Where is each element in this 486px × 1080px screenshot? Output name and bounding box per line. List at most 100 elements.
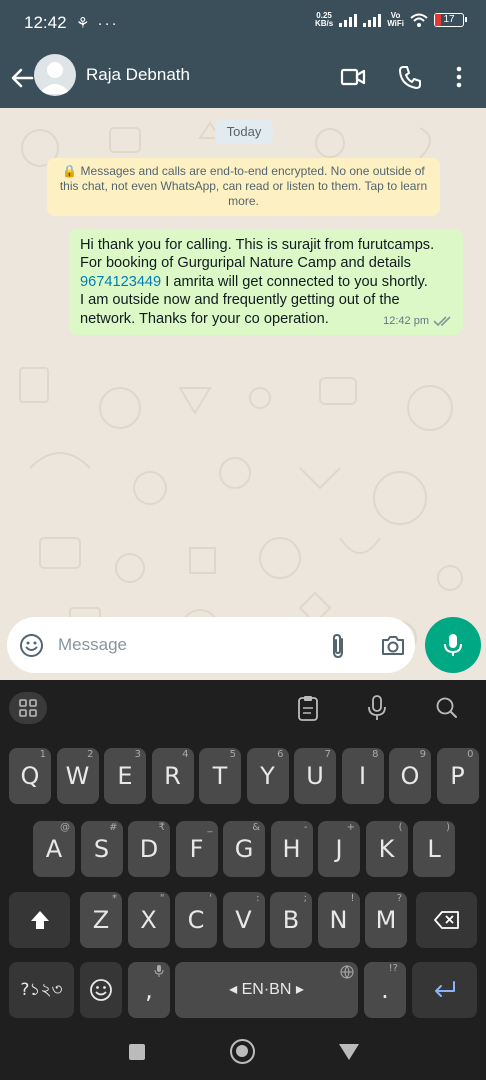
key-c[interactable]: C ' xyxy=(175,892,217,948)
key-w[interactable]: W2 xyxy=(56,748,99,804)
contact-name[interactable]: Raja Debnath xyxy=(86,65,190,85)
key-o[interactable]: O9 xyxy=(389,748,431,804)
key-hint: 0 xyxy=(467,749,474,760)
key-label: O xyxy=(400,762,420,790)
key-p[interactable]: P0 xyxy=(436,748,479,804)
key-hint: " xyxy=(159,893,165,904)
key-label: W xyxy=(65,762,90,790)
key-i[interactable]: I8 xyxy=(341,748,384,804)
home-icon[interactable] xyxy=(230,1039,255,1064)
key-label: T xyxy=(212,762,228,790)
back-nav-icon[interactable] xyxy=(338,1043,360,1061)
space-bar[interactable]: ◂ EN·BN ▸ xyxy=(175,962,358,1018)
key-u[interactable]: U7 xyxy=(294,748,336,804)
key-h[interactable]: H- xyxy=(270,821,313,877)
encryption-notice[interactable]: 🔒 Messages and calls are end-to-end encr… xyxy=(47,158,440,216)
key-label: H xyxy=(282,835,301,863)
recents-icon[interactable] xyxy=(129,1044,145,1060)
more-options-icon[interactable] xyxy=(444,62,474,92)
chat-area[interactable]: Today 🔒 Messages and calls are end-to-en… xyxy=(0,108,486,680)
key-f[interactable]: F _ xyxy=(175,821,218,877)
key-hint: 8 xyxy=(372,749,379,760)
message-bubble-outgoing[interactable]: Hi thank you for calling. This is suraji… xyxy=(69,229,463,335)
key-x[interactable]: X " xyxy=(127,892,170,948)
emoji-icon[interactable] xyxy=(19,633,44,658)
voice-call-icon[interactable] xyxy=(395,62,425,92)
key-hint: + xyxy=(346,822,355,833)
period-hint: !? xyxy=(388,963,398,974)
key-v[interactable]: V: xyxy=(222,892,265,948)
key-label: V xyxy=(235,906,252,934)
shift-icon xyxy=(30,911,49,929)
symbols-key[interactable]: ?১২৩ xyxy=(9,962,74,1018)
vowifi-icon: Vo WiFi xyxy=(387,12,404,28)
key-label: K xyxy=(378,835,395,863)
key-b[interactable]: B; xyxy=(270,892,312,948)
message-time: 12:42 pm xyxy=(383,314,429,327)
key-e[interactable]: E3 xyxy=(104,748,146,804)
backspace-key[interactable] xyxy=(416,892,477,948)
key-y[interactable]: Y6 xyxy=(246,748,289,804)
emoji-icon xyxy=(90,979,112,1001)
key-q[interactable]: Q1 xyxy=(9,748,51,804)
key-hint: 7 xyxy=(324,749,331,760)
search-icon[interactable] xyxy=(428,692,466,724)
key-r[interactable]: R4 xyxy=(151,748,194,804)
key-j[interactable]: J + xyxy=(318,821,360,877)
chat-header: Raja Debnath xyxy=(0,48,486,108)
key-a[interactable]: A @ xyxy=(33,821,75,877)
key-k[interactable]: K( xyxy=(365,821,408,877)
message-input-bar[interactable]: Message xyxy=(7,617,415,673)
voice-typing-icon[interactable] xyxy=(358,692,396,724)
key-hint: # xyxy=(109,822,118,833)
avatar[interactable] xyxy=(34,54,76,96)
key-label: G xyxy=(234,835,254,863)
globe-icon xyxy=(340,965,354,979)
message-input[interactable]: Message xyxy=(58,635,127,655)
key-label: Q xyxy=(20,762,40,790)
key-label: E xyxy=(117,762,133,790)
clipboard-icon[interactable] xyxy=(289,692,327,724)
vowifi-label: WiFi xyxy=(387,19,404,28)
key-hint: ₹ xyxy=(158,822,165,833)
back-arrow-icon[interactable] xyxy=(8,64,36,92)
key-l[interactable]: L) xyxy=(413,821,455,877)
message-line: For booking of Gurguripal Nature Camp an… xyxy=(80,255,411,272)
key-label: A xyxy=(45,835,63,863)
key-label: U xyxy=(306,762,324,790)
enter-key[interactable] xyxy=(412,962,477,1018)
double-check-icon xyxy=(433,316,451,326)
phone-link[interactable]: 9674123449 xyxy=(80,274,161,290)
key-s[interactable]: S # xyxy=(80,821,123,877)
wifi-icon xyxy=(410,13,428,27)
video-call-icon[interactable] xyxy=(338,62,368,92)
mic-hint-icon xyxy=(154,965,164,977)
system-nav-bar xyxy=(0,1025,486,1080)
key-hint: 3 xyxy=(134,749,141,760)
keyboard-apps-button[interactable] xyxy=(9,692,47,724)
attach-icon[interactable] xyxy=(327,632,349,660)
key-hint: * xyxy=(112,893,117,904)
message-line: 9674123449 I amrita will get connected t… xyxy=(80,273,452,291)
enter-icon xyxy=(434,981,455,997)
key-label: N xyxy=(329,906,348,934)
battery-icon: 17 xyxy=(434,13,467,27)
key-label: D xyxy=(139,835,159,863)
message-text: I amrita will get connected to you short… xyxy=(161,273,428,290)
shift-key[interactable] xyxy=(9,892,70,948)
key-g[interactable]: G & xyxy=(223,821,265,877)
key-hint: & xyxy=(252,822,260,833)
signal-icon-1 xyxy=(339,13,358,27)
key-d[interactable]: D ₹ xyxy=(128,821,170,877)
message-meta: 12:42 pm xyxy=(383,312,453,330)
period-key[interactable]: . !? xyxy=(364,962,406,1018)
comma-key[interactable]: , xyxy=(128,962,170,1018)
camera-icon[interactable] xyxy=(380,633,406,657)
key-z[interactable]: Z * xyxy=(80,892,122,948)
key-hint: - xyxy=(303,822,308,833)
key-m[interactable]: M? xyxy=(365,892,407,948)
emoji-key[interactable] xyxy=(80,962,122,1018)
key-t[interactable]: T5 xyxy=(199,748,241,804)
voice-message-button[interactable] xyxy=(425,617,481,673)
key-n[interactable]: N! xyxy=(317,892,360,948)
